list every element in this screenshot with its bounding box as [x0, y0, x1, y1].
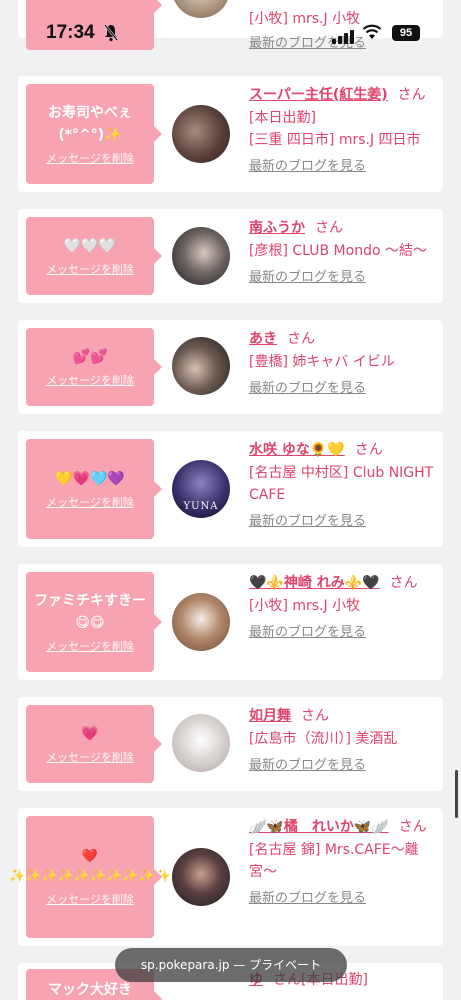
honorific: さん: [397, 87, 426, 103]
scrollbar[interactable]: [455, 770, 458, 818]
honorific: さん: [301, 708, 329, 724]
list-item: ❤️ ✨✨✨✨✨✨✨✨✨✨ メッセージを削除 🪽🦋橘 れいか🦋🪽 さん [名古屋 …: [9, 808, 443, 946]
message-text: ファミチキすきー😋😋: [34, 593, 146, 631]
avatar[interactable]: [172, 227, 230, 285]
profile-info: あき さん [豊橋] 姉キャバ イビル 最新のブログを見る: [249, 328, 437, 399]
bell-slash-icon: [104, 24, 118, 42]
message-bubble: 💕💕 メッセージを削除: [26, 328, 162, 406]
store-name: [広島市（流川）] 美酒乱: [249, 731, 398, 747]
honorific: さん: [287, 331, 315, 347]
delete-message-link[interactable]: メッセージを削除: [46, 638, 134, 654]
store-name: [名古屋 錦] Mrs.CAFE〜離宮〜: [249, 842, 419, 880]
store-name: [彦根] CLUB Mondo 〜結〜: [249, 243, 427, 259]
store-name: [豊橋] 姉キャバ イビル: [249, 354, 395, 370]
honorific: さん: [315, 220, 343, 236]
profile-info: 南ふうか さん [彦根] CLUB Mondo 〜結〜 最新のブログを見る: [249, 217, 437, 288]
list-item: お寿司やべぇ(*°^°)✨ メッセージを削除 スーパー主任(紅生姜) さん [本日…: [18, 76, 443, 192]
blog-link[interactable]: 最新のブログを見る: [249, 379, 437, 399]
clock: 17:34: [46, 22, 95, 43]
store-name: [三重 四日市] mrs.J 四日市: [249, 132, 421, 148]
message-text: お寿司やべぇ(*°^°)✨: [48, 105, 132, 143]
list-item: ファミチキすきー😋😋 メッセージを削除 🖤⚜️神崎 れみ⚜️🖤 さん [小牧] m…: [18, 564, 443, 680]
message-text: 💛💗🩵💜: [55, 471, 125, 487]
profile-info: 🖤⚜️神崎 れみ⚜️🖤 さん [小牧] mrs.J 小牧 最新のブログを見る: [249, 572, 437, 643]
message-bubble: ファミチキすきー😋😋 メッセージを削除: [26, 572, 162, 672]
shift-status: [本日出勤]: [249, 110, 316, 126]
avatar[interactable]: [172, 593, 230, 651]
avatar[interactable]: [172, 848, 230, 906]
message-bubble: ❤️ ✨✨✨✨✨✨✨✨✨✨ メッセージを削除: [9, 816, 171, 938]
profile-info: スーパー主任(紅生姜) さん [本日出勤] [三重 四日市] mrs.J 四日市 …: [249, 84, 437, 177]
delete-message-link[interactable]: メッセージを削除: [46, 749, 134, 765]
blog-link[interactable]: 最新のブログを見る: [249, 889, 437, 909]
message-bubble: 💗 メッセージを削除: [26, 705, 162, 783]
blog-link[interactable]: 最新のブログを見る: [249, 268, 437, 288]
cast-name-link[interactable]: あき: [249, 331, 277, 347]
avatar[interactable]: [172, 714, 230, 772]
blog-link[interactable]: 最新のブログを見る: [249, 157, 437, 177]
message-text: マック大好き: [48, 982, 132, 998]
cast-name-link[interactable]: 🖤⚜️神崎 れみ⚜️🖤: [249, 575, 380, 591]
cast-name-link[interactable]: 如月舞: [249, 708, 291, 724]
store-name: [小牧] mrs.J 小牧: [249, 598, 361, 614]
profile-info: 🪽🦋橘 れいか🦋🪽 さん [名古屋 錦] Mrs.CAFE〜離宮〜 最新のブログを…: [249, 816, 437, 909]
message-text: 💕💕: [72, 349, 108, 365]
cast-name-link[interactable]: 🪽🦋橘 れいか🦋🪽: [249, 819, 389, 835]
honorific: さん: [354, 442, 383, 458]
message-bubble: お寿司やべぇ(*°^°)✨ メッセージを削除: [26, 84, 162, 184]
cast-name-link[interactable]: 水咲 ゆな🌻💛: [249, 442, 345, 458]
cast-name-link[interactable]: 南ふうか: [249, 220, 305, 236]
avatar[interactable]: [172, 105, 230, 163]
delete-message-link[interactable]: メッセージを削除: [46, 891, 134, 907]
message-bubble: 🤍🤍🤍 メッセージを削除: [26, 217, 162, 295]
message-text: 🤍🤍🤍: [63, 238, 117, 254]
list-item: 💛💗🩵💜 メッセージを削除 YUNA 水咲 ゆな🌻💛 さん [名古屋 中村区] C…: [18, 431, 443, 547]
blog-link[interactable]: 最新のブログを見る: [249, 623, 437, 643]
battery-icon: 95: [392, 25, 420, 41]
blog-link[interactable]: 最新のブログを見る: [249, 512, 437, 532]
message-text: 💗: [81, 726, 99, 742]
list-item: 🤍🤍🤍 メッセージを削除 南ふうか さん [彦根] CLUB Mondo 〜結〜 …: [18, 209, 443, 303]
delete-message-link[interactable]: メッセージを削除: [46, 261, 134, 277]
store-name: [名古屋 中村区] Club NIGHT CAFE: [249, 465, 434, 503]
honorific: さん: [389, 575, 418, 591]
delete-message-link[interactable]: メッセージを削除: [46, 494, 134, 510]
cellular-signal-icon: [332, 26, 356, 44]
honorific: さん: [398, 819, 427, 835]
avatar[interactable]: YUNA: [172, 460, 230, 518]
delete-message-link[interactable]: メッセージを削除: [46, 150, 134, 166]
avatar-caption: YUNA: [183, 501, 219, 512]
avatar[interactable]: [172, 337, 230, 395]
wifi-icon: [362, 24, 382, 39]
url-bar[interactable]: sp.pokepara.jp — プライベート: [115, 948, 347, 982]
list-item: 💗 メッセージを削除 如月舞 さん [広島市（流川）] 美酒乱 最新のブログを見る: [18, 697, 443, 791]
list-item: 💕💕 メッセージを削除 あき さん [豊橋] 姉キャバ イビル 最新のブログを見る: [18, 320, 443, 414]
cast-name-link[interactable]: スーパー主任(紅生姜): [249, 87, 388, 103]
profile-info: 水咲 ゆな🌻💛 さん [名古屋 中村区] Club NIGHT CAFE 最新のブ…: [249, 439, 437, 532]
profile-info: 如月舞 さん [広島市（流川）] 美酒乱 最新のブログを見る: [249, 705, 437, 776]
status-bar: 17:34 95: [0, 0, 461, 66]
blog-link[interactable]: 最新のブログを見る: [249, 756, 437, 776]
delete-message-link[interactable]: メッセージを削除: [46, 372, 134, 388]
message-text: ❤️ ✨✨✨✨✨✨✨✨✨✨: [9, 849, 171, 884]
message-bubble: 💛💗🩵💜 メッセージを削除: [26, 439, 162, 539]
